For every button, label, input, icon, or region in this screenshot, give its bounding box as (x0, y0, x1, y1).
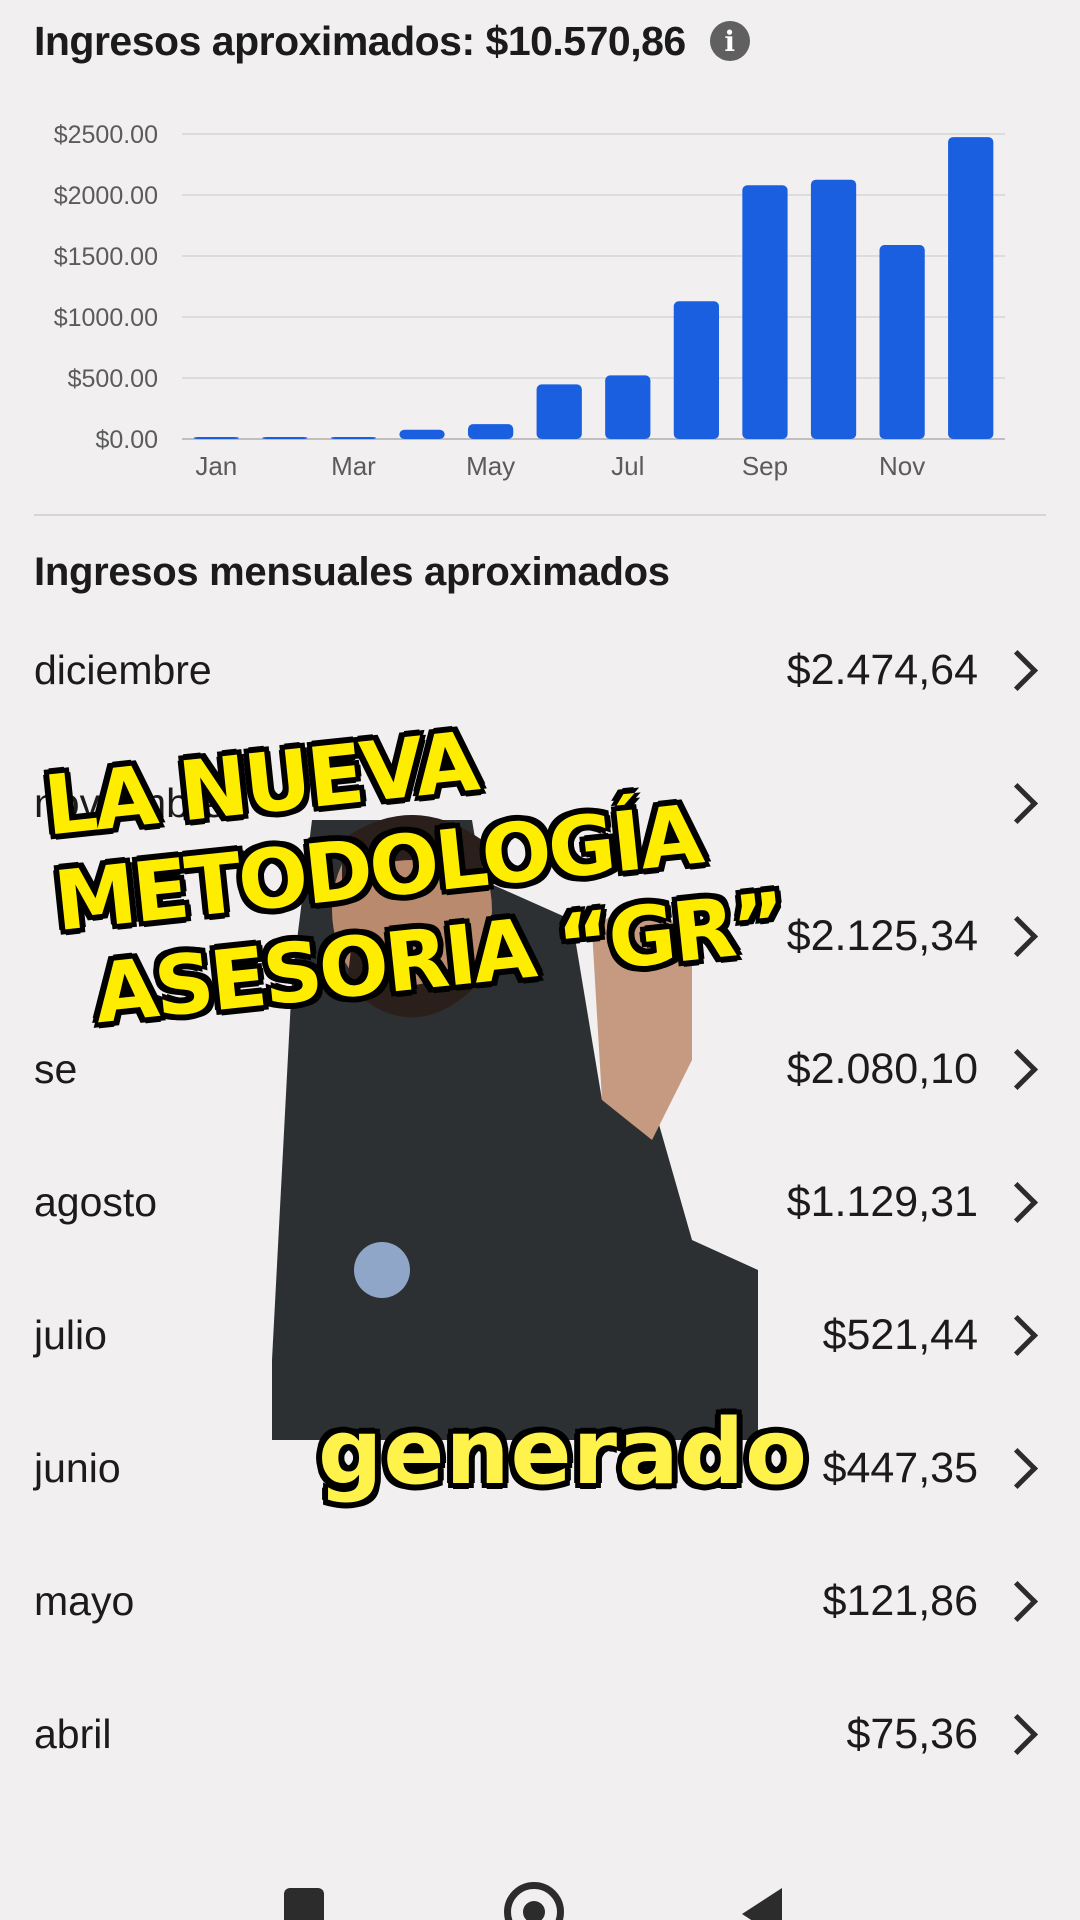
month-value: $447,35 (822, 1444, 978, 1492)
bar-dec (948, 137, 994, 439)
lapel-microphone (354, 1242, 410, 1298)
recent-apps-icon[interactable] (284, 1888, 324, 1920)
month-value: $75,36 (846, 1710, 978, 1758)
y-tick-label: $2000.00 (54, 182, 158, 210)
info-icon[interactable]: i (709, 21, 750, 61)
month-name: junio (34, 1445, 121, 1491)
chevron-right-icon (996, 1181, 1039, 1224)
bar-aug (673, 301, 720, 439)
monthly-revenue-title: Ingresos mensuales aproximados (34, 550, 670, 594)
y-tick-label: $2500.00 (54, 121, 158, 149)
chevron-right-icon (996, 1580, 1039, 1623)
month-row[interactable]: abril $75,36 (0, 1668, 1080, 1801)
caption-overlay: generado (318, 1400, 808, 1505)
bar-jun (536, 384, 582, 439)
header: Ingresos aproximados: $10.570,86 i (34, 10, 750, 72)
y-tick-label: $1500.00 (54, 243, 158, 271)
x-tick-label: Sep (742, 451, 788, 481)
bar-oct (810, 179, 857, 439)
y-tick-label: $1000.00 (54, 304, 158, 332)
y-tick-label: $0.00 (95, 426, 158, 454)
bar-mar (330, 437, 377, 439)
month-name: mayo (34, 1578, 135, 1624)
month-name: abril (34, 1711, 112, 1757)
screen: Ingresos aproximados: $10.570,86 i $2500… (0, 0, 1080, 1920)
estimated-revenue-title: Ingresos aproximados: $10.570,86 (34, 17, 686, 64)
y-tick-label: $500.00 (68, 365, 158, 393)
month-value: $121,86 (822, 1577, 978, 1625)
chevron-right-icon (996, 1713, 1039, 1756)
month-value: $2.080,10 (786, 1045, 978, 1093)
x-tick-label: Nov (879, 451, 925, 481)
bar-jan (193, 437, 239, 439)
divider (34, 514, 1046, 516)
bar-feb (262, 437, 308, 439)
month-name: julio (34, 1312, 107, 1358)
month-value: $521,44 (822, 1311, 978, 1359)
x-tick-label: Jan (195, 451, 237, 481)
bar-sep (742, 185, 788, 439)
x-tick-label: May (466, 451, 515, 481)
x-tick-label: Jul (611, 451, 644, 481)
back-icon[interactable] (742, 1888, 782, 1920)
bar-may (467, 424, 514, 439)
month-name: agosto (34, 1179, 158, 1225)
bar-apr (399, 429, 445, 439)
x-tick-label: Mar (331, 451, 376, 481)
month-name: se (34, 1046, 78, 1092)
chevron-right-icon (996, 1048, 1039, 1091)
revenue-bar-chart: $2500.00 $2000.00 $1500.00 $1000.00 $500.00 $… (0, 100, 1080, 500)
bar-nov (879, 245, 925, 439)
android-nav-bar (0, 1860, 1080, 1920)
month-row[interactable]: mayo $121,86 (0, 1535, 1080, 1668)
chart-svg: $2500.00 $2000.00 $1500.00 $1000.00 $500.00 $… (54, 121, 1005, 481)
chevron-right-icon (996, 1447, 1039, 1490)
chevron-right-icon (996, 1314, 1039, 1357)
month-value: $1.129,31 (786, 1178, 978, 1226)
home-icon[interactable] (504, 1882, 564, 1920)
month-name: diciembre (34, 647, 212, 693)
bar-jul (605, 375, 651, 439)
